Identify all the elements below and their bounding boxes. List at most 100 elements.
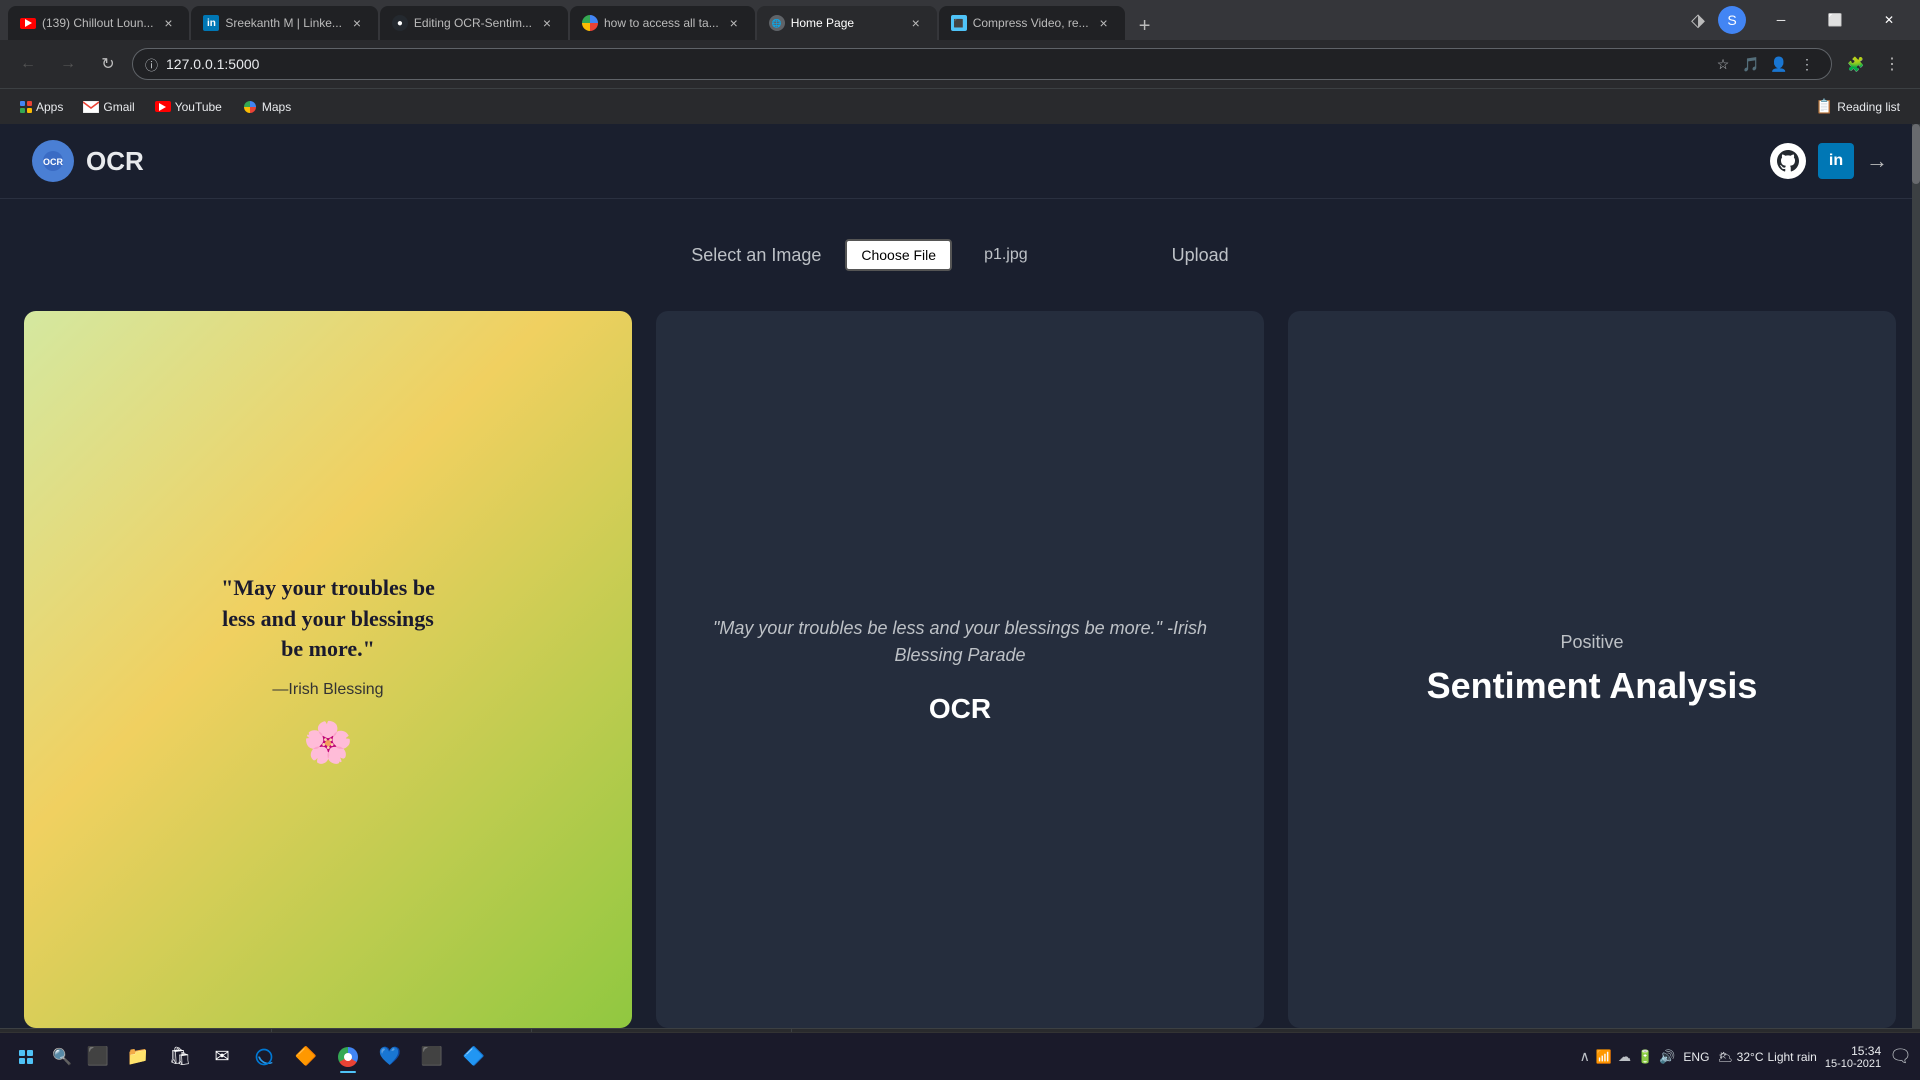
maps-favicon-icon [242,99,258,115]
restore-button[interactable]: ⬜ [1812,4,1858,36]
github-button[interactable] [1770,143,1806,179]
tab-github-close[interactable]: × [538,14,556,32]
weather-temp: 32°C [1737,1050,1764,1064]
address-text: 127.0.0.1:5000 [166,56,1703,72]
taskbar-chrome[interactable] [330,1039,366,1075]
apps-grid-icon [20,101,32,113]
bookmark-youtube[interactable]: YouTube [147,96,230,118]
linkedin-icon-text: in [1829,152,1843,170]
taskbar-vscode[interactable]: 💙 [372,1039,408,1075]
ocr-text-content: "May your troubles be less and your bles… [656,311,1264,1028]
chevron-up-icon[interactable]: ∧ [1580,1048,1590,1065]
select-image-label: Select an Image [691,245,821,266]
sentiment-card: Positive Sentiment Analysis [1288,311,1896,1028]
start-button[interactable] [8,1039,44,1075]
language-label: ENG [1683,1050,1709,1064]
taskbar-apps: 📁 🛍 ✉ 🔶 💙 ⬛ 🔷 [120,1039,492,1075]
new-tab-button[interactable]: + [1131,12,1159,40]
onedrive-icon[interactable]: ☁ [1618,1049,1631,1065]
profile-icon[interactable]: 👤 [1767,52,1791,76]
github-icon [1777,150,1799,172]
upload-button[interactable]: Upload [1172,245,1229,266]
app-header: OCR OCR in → [0,124,1920,199]
reading-list-button[interactable]: 📋 Reading list [1808,94,1908,119]
gmail-label: Gmail [103,100,134,114]
address-bar[interactable]: ⓘ 127.0.0.1:5000 ☆ 🎵 👤 ⋮ [132,48,1832,80]
chrome-menu-button[interactable]: ⋮ [1876,48,1908,80]
network-icon[interactable]: 📶 [1596,1049,1612,1065]
gmail-favicon-icon [83,101,99,113]
tab-linkedin-close[interactable]: × [348,14,366,32]
battery-icon[interactable]: 🔋 [1637,1049,1653,1065]
notification-button[interactable]: 🗨 [1889,1046,1912,1067]
youtube-favicon-icon [20,18,36,29]
app-logo: OCR OCR [32,140,144,182]
bookmark-star-icon[interactable]: ☆ [1711,52,1735,76]
scrollbar-thumb[interactable] [1912,124,1920,184]
forward-button[interactable]: → [52,48,84,80]
tab-github[interactable]: ● Editing OCR-Sentim... × [380,6,568,40]
linkedin-button[interactable]: in [1818,143,1854,179]
reading-list-label: Reading list [1837,100,1900,114]
weather-widget[interactable]: 🌥 32°C Light rain [1717,1050,1816,1064]
task-view-button[interactable]: ⬛ [80,1039,116,1075]
ocr-label: OCR [929,693,991,725]
minimize-button[interactable]: ─ [1758,4,1804,36]
tab-compress[interactable]: ⬛ Compress Video, re... × [939,6,1125,40]
taskbar-mail[interactable]: ✉ [204,1039,240,1075]
taskbar-clock[interactable]: 15:34 15-10-2021 [1825,1044,1881,1070]
bookmark-gmail[interactable]: Gmail [75,96,142,118]
tab-google[interactable]: how to access all ta... × [570,6,755,40]
app-title: OCR [86,146,144,177]
tab-youtube-close[interactable]: × [159,14,177,32]
sentiment-value: Sentiment Analysis [1427,665,1758,707]
taskbar-avast[interactable]: 🔶 [288,1039,324,1075]
weather-condition: Light rain [1767,1050,1816,1064]
bookmark-apps[interactable]: Apps [12,96,71,118]
tab-github-title: Editing OCR-Sentim... [414,16,532,30]
tab-home-close[interactable]: × [907,14,925,32]
cast-icon[interactable]: ⬗ [1682,4,1714,36]
tab-home-title: Home Page [791,16,901,30]
extensions-button[interactable]: 🧩 [1840,48,1872,80]
quote-line1: "May your troubles be [221,575,435,600]
profile-avatar[interactable]: S [1718,6,1746,34]
taskbar-edge[interactable] [246,1039,282,1075]
taskbar-search-button[interactable]: 🔍 [44,1039,80,1075]
external-link-arrow-icon[interactable]: → [1866,148,1888,174]
taskbar-terminal[interactable]: ⬛ [414,1039,450,1075]
clock-date: 15-10-2021 [1825,1058,1881,1070]
tab-google-close[interactable]: × [725,14,743,32]
apps-label: Apps [36,100,63,114]
tab-compress-close[interactable]: × [1095,14,1113,32]
selected-file-name: p1.jpg [984,246,1028,264]
tab-linkedin[interactable]: in Sreekanth M | Linke... × [191,6,378,40]
cards-section: "May your troubles be less and your bles… [0,311,1920,1028]
chrome-icon [338,1047,358,1067]
choose-file-button[interactable]: Choose File [845,239,952,271]
scrollbar[interactable] [1912,124,1920,1080]
taskbar-media[interactable]: 🔷 [456,1039,492,1075]
window-controls: ─ ⬜ ✕ [1758,4,1912,36]
lock-icon: ⓘ [145,55,158,74]
reload-button[interactable]: ↻ [92,48,124,80]
back-button[interactable]: ← [12,48,44,80]
close-button[interactable]: ✕ [1866,4,1912,36]
more-options-icon[interactable]: ⋮ [1795,52,1819,76]
title-bar: (139) Chillout Loun... × in Sreekanth M … [0,0,1920,40]
volume-icon[interactable]: 🔊 [1659,1049,1675,1065]
tab-compress-title: Compress Video, re... [973,16,1089,30]
taskbar-file-explorer[interactable]: 📁 [120,1039,156,1075]
image-placeholder: "May your troubles be less and your bles… [24,311,632,1028]
tab-google-title: how to access all ta... [604,16,719,30]
tab-youtube[interactable]: (139) Chillout Loun... × [8,6,189,40]
taskbar-store[interactable]: 🛍 [162,1039,198,1075]
bookmark-maps[interactable]: Maps [234,95,299,119]
quote-line3: be more." [281,636,375,661]
tab-home[interactable]: 🌐 Home Page × [757,6,937,40]
github-favicon-icon: ● [392,15,408,31]
media-icon[interactable]: 🎵 [1739,52,1763,76]
tab-youtube-title: (139) Chillout Loun... [42,16,153,30]
main-content: OCR OCR in → Select an Image Choos [0,124,1920,1080]
windows-logo-icon [19,1050,33,1064]
